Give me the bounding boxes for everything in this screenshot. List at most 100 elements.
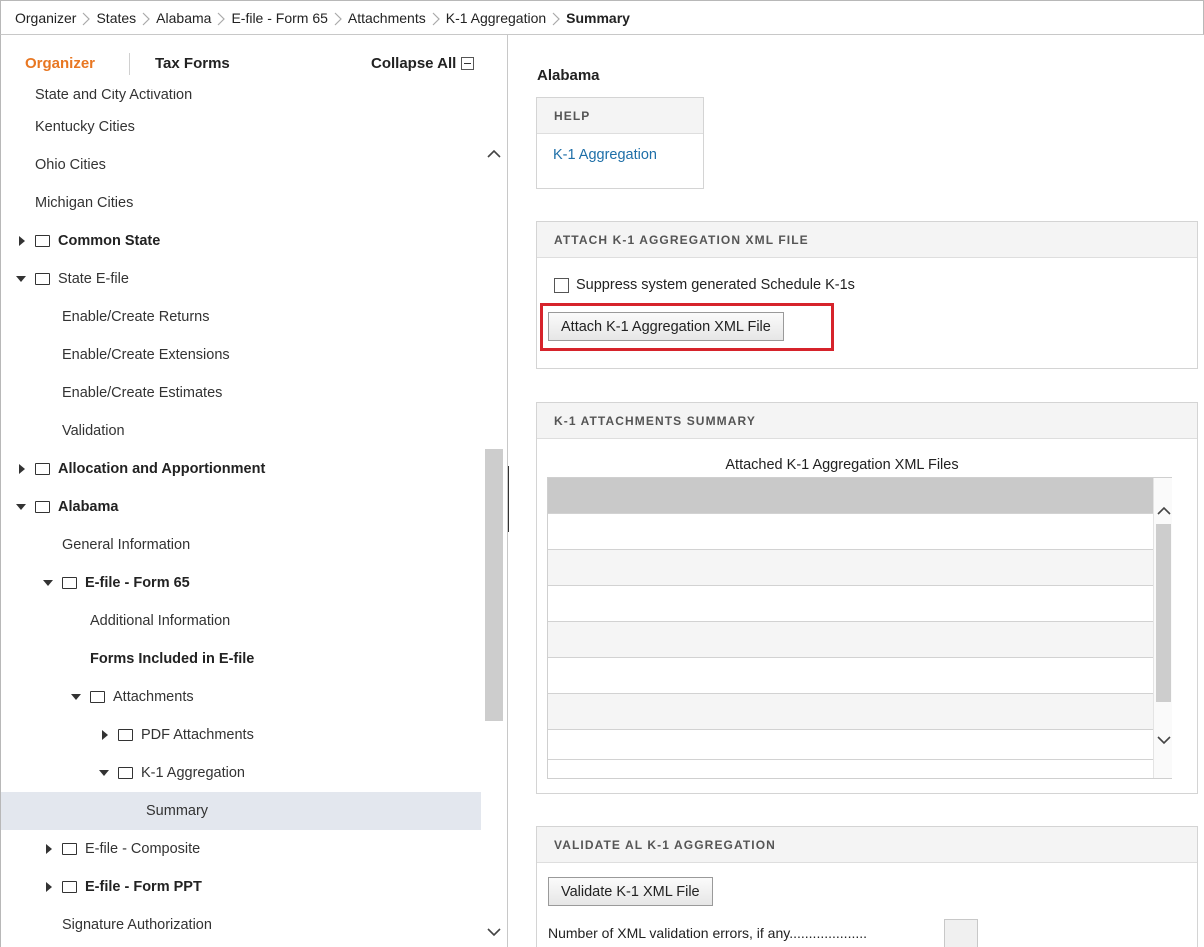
sidebar-item-label: Alabama bbox=[58, 499, 119, 515]
folder-icon bbox=[35, 463, 50, 475]
tab-organizer[interactable]: Organizer bbox=[25, 55, 95, 72]
sidebar-item[interactable]: Signature Authorization bbox=[1, 906, 481, 944]
grid-row[interactable] bbox=[548, 694, 1153, 730]
folder-icon bbox=[62, 577, 77, 589]
sidebar-item-label: E-file - Form PPT bbox=[85, 879, 202, 895]
sidebar-item-label: PDF Attachments bbox=[141, 727, 254, 743]
main-content: Alabama HELP K-1 Aggregation ATTACH K-1 … bbox=[509, 35, 1204, 947]
sidebar-item-label: E-file - Form 65 bbox=[85, 575, 190, 591]
sidebar-item[interactable]: Michigan Cities bbox=[1, 184, 481, 222]
collapse-minus-icon bbox=[461, 57, 475, 70]
sidebar-scroll-thumb[interactable] bbox=[485, 449, 503, 721]
folder-icon bbox=[62, 881, 77, 893]
sidebar-item-label: Kentucky Cities bbox=[35, 119, 135, 135]
attach-xml-button[interactable]: Attach K-1 Aggregation XML File bbox=[548, 312, 784, 341]
caret-down-icon[interactable] bbox=[15, 500, 29, 514]
sidebar-item-label: Ohio Cities bbox=[35, 157, 106, 173]
attachments-grid bbox=[547, 477, 1172, 779]
xml-errors-label: Number of XML validation errors, if any.… bbox=[548, 925, 868, 941]
folder-icon bbox=[35, 501, 50, 513]
chevron-up-icon[interactable] bbox=[487, 145, 501, 161]
breadcrumb-attachments[interactable]: Attachments bbox=[348, 10, 426, 26]
breadcrumb-k1-aggregation[interactable]: K-1 Aggregation bbox=[446, 10, 546, 26]
suppress-k1-checkbox[interactable] bbox=[554, 277, 569, 293]
sidebar-item[interactable]: Alabama bbox=[1, 488, 481, 526]
chevron-down-icon[interactable] bbox=[1157, 732, 1171, 748]
sidebar-item[interactable]: Validation bbox=[1, 412, 481, 450]
sidebar-item-label: Summary bbox=[146, 803, 209, 819]
suppress-k1-checkbox-row[interactable]: Suppress system generated Schedule K-1s bbox=[554, 277, 855, 293]
sidebar-item[interactable]: Ohio Cities bbox=[1, 146, 481, 184]
sidebar-item-label: Forms Included in E-file bbox=[90, 651, 255, 667]
sidebar-scrollbar[interactable] bbox=[481, 89, 507, 947]
chevron-right-icon bbox=[328, 9, 348, 26]
caret-right-icon[interactable] bbox=[15, 234, 29, 248]
sidebar-tree: State and City Activation Kentucky Cities… bbox=[1, 89, 481, 947]
sidebar-item[interactable]: Enable/Create Extensions bbox=[1, 336, 481, 374]
sidebar-item-label: Enable/Create Estimates bbox=[62, 385, 223, 401]
sidebar-item[interactable]: General Information bbox=[1, 526, 481, 564]
grid-row[interactable] bbox=[548, 730, 1153, 760]
chevron-right-icon bbox=[426, 9, 446, 26]
breadcrumb: Organizer States Alabama E-file - Form 6… bbox=[0, 0, 1204, 35]
xml-errors-label-text: Number of XML validation errors, if any bbox=[548, 925, 790, 941]
caret-right-icon[interactable] bbox=[42, 880, 56, 894]
grid-row[interactable] bbox=[548, 622, 1153, 658]
caret-down-icon[interactable] bbox=[70, 690, 84, 704]
chevron-right-icon bbox=[136, 9, 156, 26]
sidebar-item[interactable]: Attachments bbox=[1, 678, 481, 716]
validate-panel: VALIDATE AL K-1 AGGREGATION Validate K-1… bbox=[536, 826, 1198, 947]
folder-icon bbox=[90, 691, 105, 703]
sidebar-item[interactable]: K-1 Aggregation bbox=[1, 754, 481, 792]
grid-row[interactable] bbox=[548, 514, 1153, 550]
sidebar-item-label: K-1 Aggregation bbox=[141, 765, 245, 781]
sidebar-item[interactable]: Enable/Create Estimates bbox=[1, 374, 481, 412]
grid-row[interactable] bbox=[548, 550, 1153, 586]
caret-right-icon[interactable] bbox=[98, 728, 112, 742]
sidebar-item[interactable]: Additional Information bbox=[1, 602, 481, 640]
sidebar-item[interactable]: PDF Attachments bbox=[1, 716, 481, 754]
chevron-down-icon[interactable] bbox=[487, 924, 501, 940]
sidebar-item-label: Michigan Cities bbox=[35, 195, 134, 211]
folder-icon bbox=[35, 273, 50, 285]
breadcrumb-organizer[interactable]: Organizer bbox=[15, 10, 76, 26]
sidebar-item[interactable]: E-file - Composite bbox=[1, 830, 481, 868]
sidebar: Organizer Tax Forms Collapse All State a… bbox=[0, 35, 508, 947]
caret-right-icon[interactable] bbox=[15, 462, 29, 476]
validate-xml-button[interactable]: Validate K-1 XML File bbox=[548, 877, 713, 906]
sidebar-item[interactable]: Summary bbox=[1, 792, 481, 830]
folder-icon bbox=[118, 729, 133, 741]
attach-panel: ATTACH K-1 AGGREGATION XML FILE Suppress… bbox=[536, 221, 1198, 369]
grid-scroll-thumb[interactable] bbox=[1156, 524, 1171, 702]
help-header: HELP bbox=[537, 98, 703, 134]
sidebar-item[interactable]: Common State bbox=[1, 222, 481, 260]
sidebar-item[interactable]: Kentucky Cities bbox=[1, 108, 481, 146]
caret-down-icon[interactable] bbox=[98, 766, 112, 780]
chevron-right-icon bbox=[546, 9, 566, 26]
sidebar-item[interactable]: Enable/Create Returns bbox=[1, 298, 481, 336]
caret-down-icon[interactable] bbox=[15, 272, 29, 286]
sidebar-item[interactable]: Forms Included in E-file bbox=[1, 640, 481, 678]
chevron-up-icon[interactable] bbox=[1157, 502, 1171, 518]
sidebar-item[interactable]: State and City Activation bbox=[1, 89, 481, 103]
collapse-all-button[interactable]: Collapse All bbox=[371, 55, 475, 72]
sidebar-item[interactable]: E-file - Form PPT bbox=[1, 868, 481, 906]
grid-row[interactable] bbox=[548, 658, 1153, 694]
sidebar-item[interactable]: State E-file bbox=[1, 260, 481, 298]
xml-errors-field[interactable] bbox=[944, 919, 978, 947]
caret-right-icon[interactable] bbox=[42, 842, 56, 856]
grid-row[interactable] bbox=[548, 586, 1153, 622]
caret-down-icon[interactable] bbox=[42, 576, 56, 590]
sidebar-item-label: Allocation and Apportionment bbox=[58, 461, 266, 477]
breadcrumb-alabama[interactable]: Alabama bbox=[156, 10, 211, 26]
grid-scrollbar[interactable] bbox=[1153, 478, 1172, 778]
suppress-k1-label: Suppress system generated Schedule K-1s bbox=[576, 277, 855, 293]
breadcrumb-states[interactable]: States bbox=[96, 10, 136, 26]
validate-header: VALIDATE AL K-1 AGGREGATION bbox=[537, 827, 1197, 863]
breadcrumb-efile-form-65[interactable]: E-file - Form 65 bbox=[231, 10, 327, 26]
sidebar-item[interactable]: Allocation and Apportionment bbox=[1, 450, 481, 488]
sidebar-item-label: Common State bbox=[58, 233, 161, 249]
sidebar-item[interactable]: E-file - Form 65 bbox=[1, 564, 481, 602]
tab-tax-forms[interactable]: Tax Forms bbox=[155, 55, 230, 72]
help-link-k1-aggregation[interactable]: K-1 Aggregation bbox=[553, 147, 657, 163]
